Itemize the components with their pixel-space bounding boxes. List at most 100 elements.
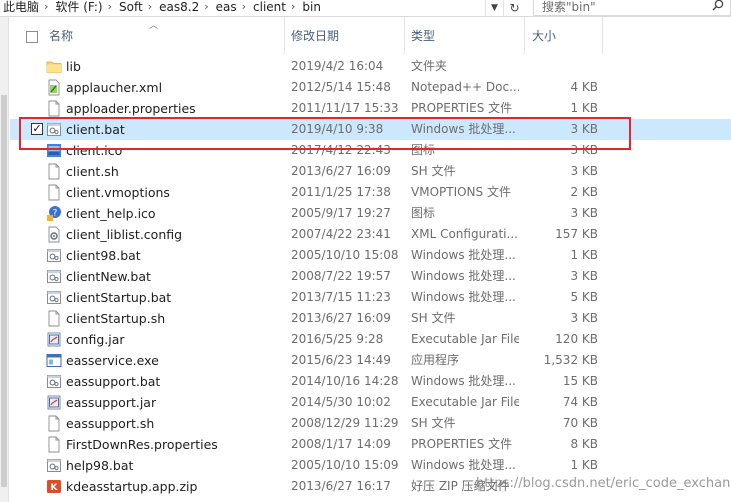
file-type: Notepad++ Doc... [411,80,519,94]
scrollbar-thumb[interactable] [1,95,7,487]
file-name: config.jar [66,332,125,347]
watermark-text: https://blog.csdn.net/eric_code_exchange [476,476,731,491]
breadcrumb-item[interactable]: 此电脑 [0,0,42,15]
help-icon: ? [46,205,62,222]
blank-file-icon [46,310,62,327]
file-modified-date: 2007/4/22 23:41 [291,227,391,241]
file-size: 1 KB [570,458,598,472]
blank-file-icon [46,100,62,117]
file-row[interactable]: eassupport.jar 2014/5/30 10:02 Executable … [10,392,731,413]
batch-file-icon [46,121,62,138]
file-row[interactable]: clientNew.bat 2008/7/22 19:57 Windows 批处理.… [10,266,731,287]
config-file-icon [46,226,62,243]
file-size: 1,532 KB [543,353,598,367]
file-type: 文件夹 [411,59,448,73]
file-type: Windows 批处理... [411,458,516,472]
select-all-checkbox[interactable] [26,31,38,43]
column-header-type[interactable]: 类型 [411,17,435,54]
navigation-pane-scrollbar[interactable] [0,17,9,502]
svg-text:K: K [51,483,59,493]
file-name: easservice.exe [66,353,159,368]
file-row[interactable]: lib 2019/4/2 16:04 文件夹 [10,56,731,77]
file-name: help98.bat [66,458,134,473]
chevron-down-icon[interactable]: ▼ [485,0,503,16]
file-type: Windows 批处理... [411,290,516,304]
column-header-name[interactable]: 名称 [49,17,73,54]
file-row[interactable]: client_liblist.config 2007/4/22 23:41 XML … [10,224,731,245]
folder-icon [46,58,62,75]
column-divider[interactable] [602,17,603,54]
file-modified-date: 2019/4/2 16:04 [291,59,384,73]
breadcrumb-item[interactable]: Soft [116,0,146,14]
file-modified-date: 2012/5/14 15:48 [291,80,391,94]
breadcrumb-separator-icon[interactable]: › [240,0,250,13]
column-divider[interactable] [404,17,405,54]
file-type: PROPERTIES 文件 [411,437,513,451]
file-size: 3 KB [570,206,598,220]
file-row[interactable]: help98.bat 2005/10/10 15:09 Windows 批处理...… [10,455,731,476]
file-size: 4 KB [570,80,598,94]
file-name: lib [66,59,81,74]
breadcrumb-item[interactable]: client [250,0,289,14]
breadcrumb-separator-icon[interactable]: › [289,0,299,13]
file-name: apploader.properties [66,101,196,116]
file-name: eassupport.sh [66,416,155,431]
column-divider[interactable] [524,17,525,54]
file-size: 157 KB [555,227,598,241]
file-size: 3 KB [570,143,598,157]
column-header-size[interactable]: 大小 [532,17,556,54]
file-name: client98.bat [66,248,141,263]
file-name: clientStartup.bat [66,290,172,305]
breadcrumb-item[interactable]: eas8.2 [156,0,202,14]
file-row[interactable]: clientStartup.sh 2013/6/27 16:09 SH 文件 3 KB [10,308,731,329]
breadcrumb-item[interactable]: eas [213,0,240,14]
file-modified-date: 2019/4/10 9:38 [291,122,384,136]
breadcrumb-item[interactable]: 软件 (F:) [52,0,105,15]
file-name: applaucher.xml [66,80,163,95]
file-row-selected[interactable]: ✓ client.bat 2019/4/10 9:38 Windows 批处理... 3… [10,119,731,140]
refresh-icon[interactable]: ↻ [503,0,525,16]
file-type: Windows 批处理... [411,122,516,136]
file-row[interactable]: config.jar 2016/5/25 9:28 Executable Jar F… [10,329,731,350]
file-type: Executable Jar File [411,395,519,409]
zip-file-icon: K [46,478,62,495]
file-row[interactable]: eassupport.bat 2014/10/16 14:28 Windows 批处… [10,371,731,392]
file-type: SH 文件 [411,311,456,325]
row-checkbox[interactable]: ✓ [31,123,43,135]
file-row[interactable]: apploader.properties 2011/11/17 15:33 PROP… [10,98,731,119]
file-row[interactable]: client.vmoptions 2011/1/25 17:38 VMOPTIONS… [10,182,731,203]
file-row[interactable]: client.ico 2017/4/12 22:43 图标 3 KB [10,140,731,161]
batch-file-icon [46,457,62,474]
breadcrumb-item[interactable]: bin [299,0,324,14]
column-divider[interactable] [284,17,285,54]
file-name: kdeasstartup.app.zip [66,479,198,494]
file-row[interactable]: ? client_help.ico 2005/9/17 19:27 图标 3 KB [10,203,731,224]
file-modified-date: 2014/10/16 14:28 [291,374,399,388]
file-row[interactable]: eassupport.sh 2008/12/29 11:29 SH 文件 70 KB [10,413,731,434]
file-modified-date: 2005/10/10 15:09 [291,458,399,472]
batch-file-icon [46,289,62,306]
file-size: 1 KB [570,248,598,262]
breadcrumb-separator-icon[interactable]: › [202,0,212,13]
file-modified-date: 2017/4/12 22:43 [291,143,391,157]
file-size: 120 KB [555,332,598,346]
breadcrumb-separator-icon[interactable]: › [106,0,116,13]
file-row[interactable]: applaucher.xml 2012/5/14 15:48 Notepad++ D… [10,77,731,98]
file-type: XML Configurati... [411,227,518,241]
file-list: lib 2019/4/2 16:04 文件夹 applaucher.xml 2012/5… [10,56,731,497]
file-row[interactable]: clientStartup.bat 2013/7/15 11:23 Windows … [10,287,731,308]
file-row[interactable]: FirstDownRes.properties 2008/1/17 14:09 PR… [10,434,731,455]
file-size: 3 KB [570,122,598,136]
svg-text:?: ? [53,209,58,219]
file-row[interactable]: easservice.exe 2015/6/23 14:49 应用程序 1,532 K… [10,350,731,371]
breadcrumb-separator-icon[interactable]: › [42,0,52,13]
breadcrumb-separator-icon[interactable]: › [146,0,156,13]
file-size: 2 KB [570,185,598,199]
search-icon[interactable] [712,0,724,11]
file-row[interactable]: client98.bat 2005/10/10 15:08 Windows 批处理.… [10,245,731,266]
file-row[interactable]: client.sh 2013/6/27 16:09 SH 文件 3 KB [10,161,731,182]
search-input[interactable]: 搜索"bin" [533,0,731,16]
column-header-date[interactable]: 修改日期 [291,17,339,54]
file-name: client_help.ico [66,206,156,221]
file-modified-date: 2011/1/25 17:38 [291,185,391,199]
